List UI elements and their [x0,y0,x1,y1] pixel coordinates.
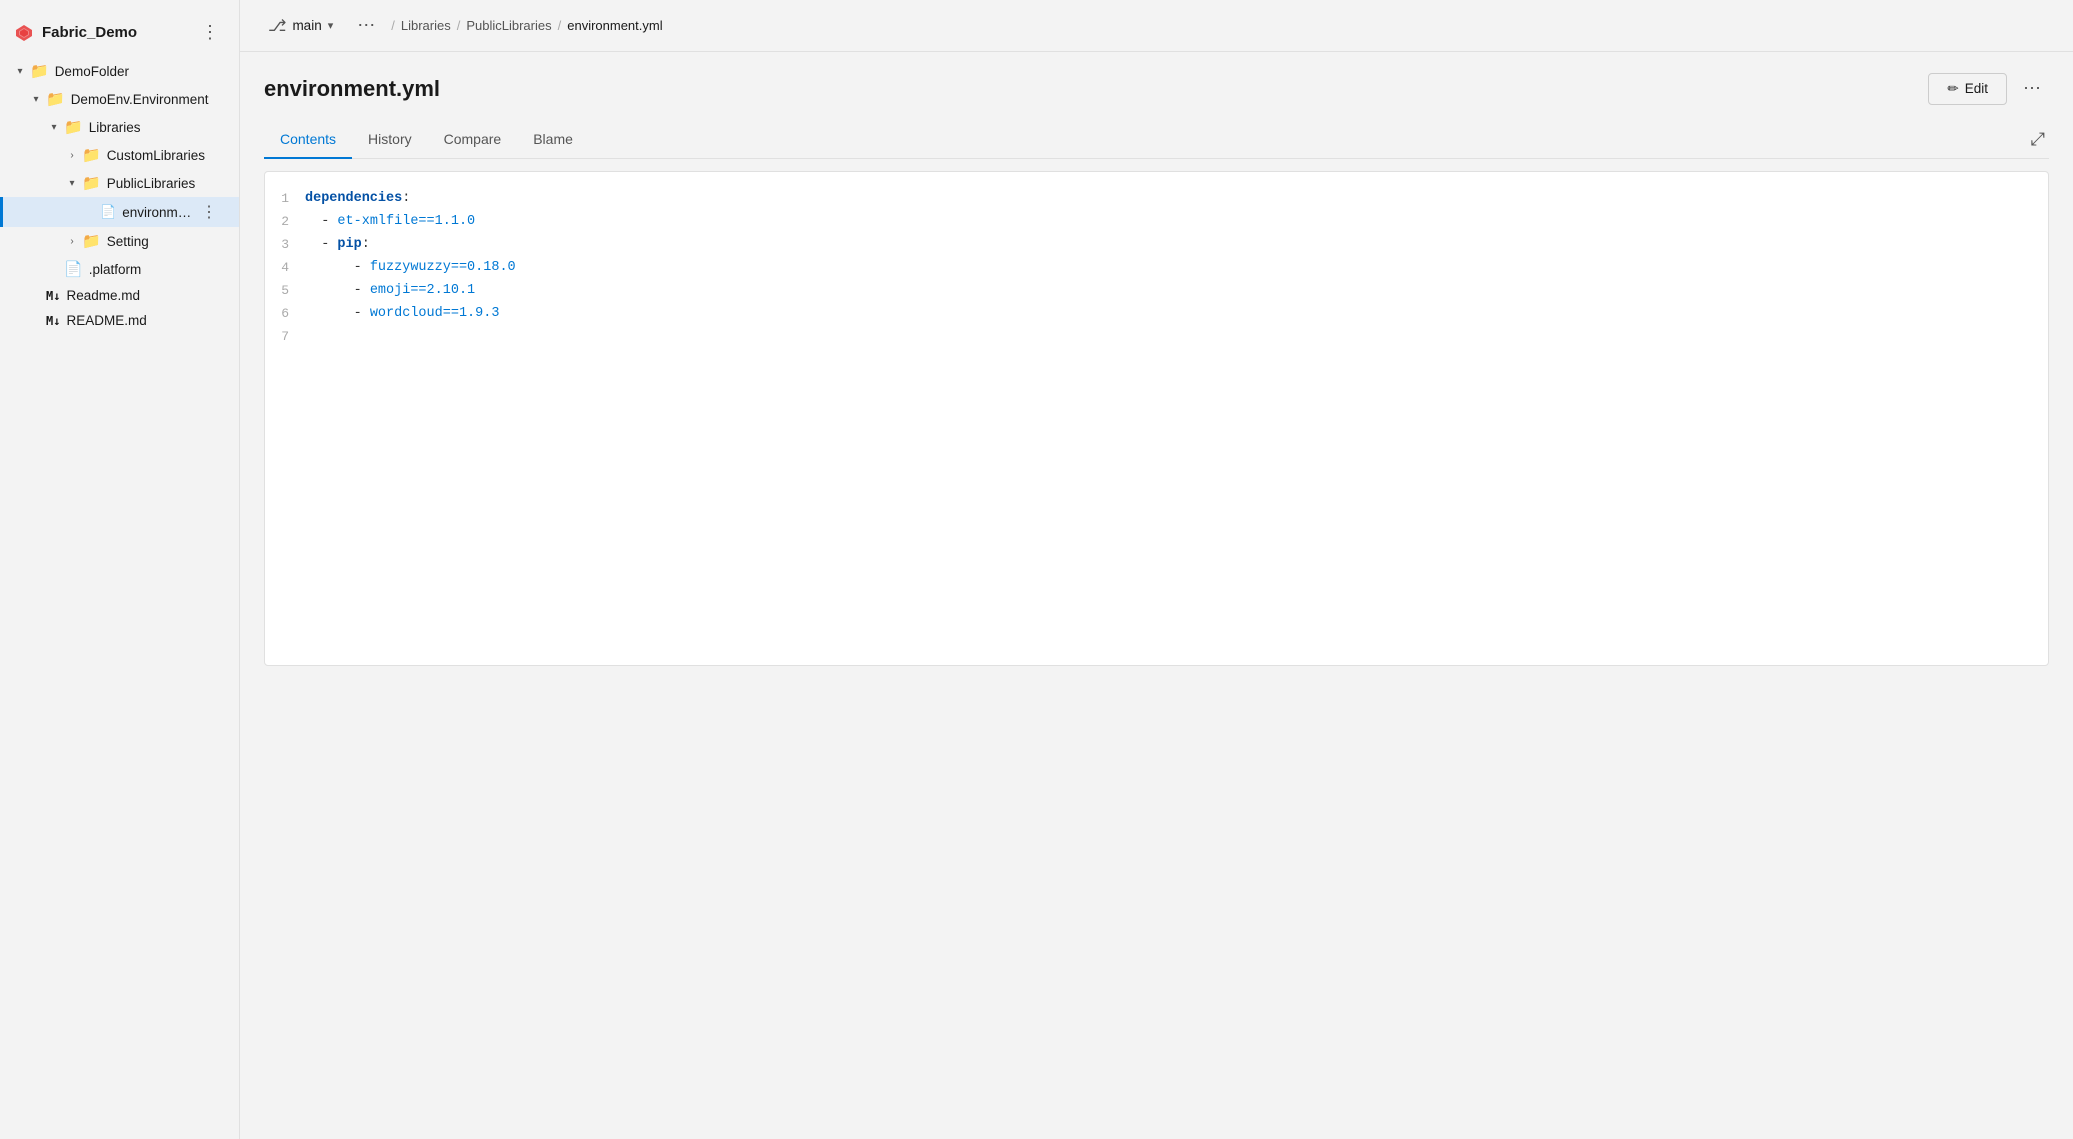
tree-item-readme-md-upper[interactable]: M↓ README.md [0,308,239,333]
code-line: 2 - et-xmlfile==1.1.0 [265,211,2048,234]
breadcrumb-sep-2: / [457,18,461,33]
tree-item-label: PublicLibraries [107,176,225,191]
line-code [305,326,2048,349]
topbar: ⎇ main ▾ ⋯ / Libraries / PublicLibraries… [240,0,2073,52]
folder-icon: 📁 [46,90,65,108]
file-tree: ▾📁DemoFolder▾📁DemoEnv.Environment▾📁Libra… [0,57,239,333]
branch-chevron-icon: ▾ [328,19,334,32]
line-code: - fuzzywuzzy==0.18.0 [305,257,2048,280]
tab-blame[interactable]: Blame [517,121,589,159]
file-header: environment.yml ✏ Edit ⋯ [264,72,2049,105]
line-number: 6 [265,303,305,325]
tab-compare[interactable]: Compare [428,121,518,159]
code-line: 7 [265,326,2048,349]
edit-button[interactable]: ✏ Edit [1928,73,2007,105]
code-line: 1dependencies: [265,188,2048,211]
line-code: - emoji==2.10.1 [305,280,2048,303]
breadcrumb-public-libraries[interactable]: PublicLibraries [466,18,551,33]
file-title: environment.yml [264,76,440,102]
line-number: 3 [265,234,305,256]
breadcrumb-current: environment.yml [567,18,662,33]
tree-item-label: .platform [89,262,225,277]
branch-name: main [292,18,321,33]
content-area: environment.yml ✏ Edit ⋯ Contents Histor… [240,52,2073,1139]
line-code: - et-xmlfile==1.1.0 [305,211,2048,234]
tab-history[interactable]: History [352,121,428,159]
tree-item-label: CustomLibraries [107,148,225,163]
chevron-icon: ▾ [26,94,46,105]
line-number: 7 [265,326,305,348]
line-number: 1 [265,188,305,210]
sidebar: Fabric_Demo ⋮ ▾📁DemoFolder▾📁DemoEnv.Envi… [0,0,240,1139]
line-code: dependencies: [305,188,2048,211]
yml-icon: 📄 [100,204,116,220]
tree-item-platform[interactable]: 📄 .platform [0,255,239,283]
sidebar-more-icon[interactable]: ⋮ [195,18,225,47]
tree-item-label: DemoFolder [55,64,225,79]
main-content: ⎇ main ▾ ⋯ / Libraries / PublicLibraries… [240,0,2073,1139]
breadcrumb: / Libraries / PublicLibraries / environm… [391,18,662,33]
folder-icon: 📁 [64,118,83,136]
branch-selector[interactable]: ⎇ main ▾ [260,12,341,40]
tree-item-label: Setting [107,234,225,249]
folder-icon: 📁 [30,62,49,80]
tree-item-more-icon[interactable]: ⋮ [193,202,225,222]
edit-label: Edit [1965,81,1988,96]
edit-pencil-icon: ✏ [1947,81,1958,97]
folder-icon: 📁 [82,232,101,250]
fabric-logo-icon [14,23,34,43]
file-icon: 📄 [64,260,83,278]
tree-item-label: Libraries [89,120,225,135]
tree-item-demo-folder[interactable]: ▾📁 DemoFolder [0,57,239,85]
tree-item-public-libraries[interactable]: ▾📁 PublicLibraries [0,169,239,197]
line-code: - wordcloud==1.9.3 [305,303,2048,326]
line-number: 5 [265,280,305,302]
md-icon: M↓ [46,314,60,328]
tab-contents[interactable]: Contents [264,121,352,159]
app-title: Fabric_Demo [42,24,137,41]
line-number: 4 [265,257,305,279]
tree-item-environment-yml[interactable]: 📄 environment.yml⋮ [0,197,239,227]
sidebar-header: Fabric_Demo ⋮ [0,8,239,57]
line-code: - pip: [305,234,2048,257]
folder-icon: 📁 [82,146,101,164]
tree-item-label: DemoEnv.Environment [71,92,225,107]
app-title-area: Fabric_Demo [14,23,137,43]
file-more-icon[interactable]: ⋯ [2015,72,2049,105]
expand-icon[interactable]: ⤢ [2027,123,2049,156]
chevron-icon: › [62,150,82,161]
tree-item-label: README.md [66,313,225,328]
tree-item-setting[interactable]: ›📁 Setting [0,227,239,255]
breadcrumb-sep-3: / [558,18,562,33]
chevron-icon: ▾ [10,66,30,77]
code-content: 1dependencies:2 - et-xmlfile==1.1.03 - p… [265,172,2048,665]
code-panel: 1dependencies:2 - et-xmlfile==1.1.03 - p… [264,171,2049,666]
branch-icon: ⎇ [268,16,286,36]
tree-item-libraries[interactable]: ▾📁 Libraries [0,113,239,141]
tree-item-custom-libraries[interactable]: ›📁 CustomLibraries [0,141,239,169]
md-icon: M↓ [46,289,60,303]
chevron-icon: ▾ [62,178,82,189]
tabs-row: Contents History Compare Blame ⤢ [264,121,2049,159]
chevron-icon: ▾ [44,122,64,133]
line-number: 2 [265,211,305,233]
code-line: 3 - pip: [265,234,2048,257]
breadcrumb-sep-1: / [391,18,395,33]
code-line: 5 - emoji==2.10.1 [265,280,2048,303]
tree-item-label: environment.yml [122,205,193,220]
topbar-more-icon[interactable]: ⋯ [349,11,383,40]
breadcrumb-libraries[interactable]: Libraries [401,18,451,33]
code-line: 4 - fuzzywuzzy==0.18.0 [265,257,2048,280]
file-actions: ✏ Edit ⋯ [1928,72,2049,105]
code-line: 6 - wordcloud==1.9.3 [265,303,2048,326]
tabs: Contents History Compare Blame [264,121,2027,158]
tree-item-readme-md[interactable]: M↓ Readme.md [0,283,239,308]
chevron-icon: › [62,236,82,247]
tree-item-label: Readme.md [66,288,225,303]
folder-icon: 📁 [82,174,101,192]
tree-item-demoenv[interactable]: ▾📁 DemoEnv.Environment [0,85,239,113]
